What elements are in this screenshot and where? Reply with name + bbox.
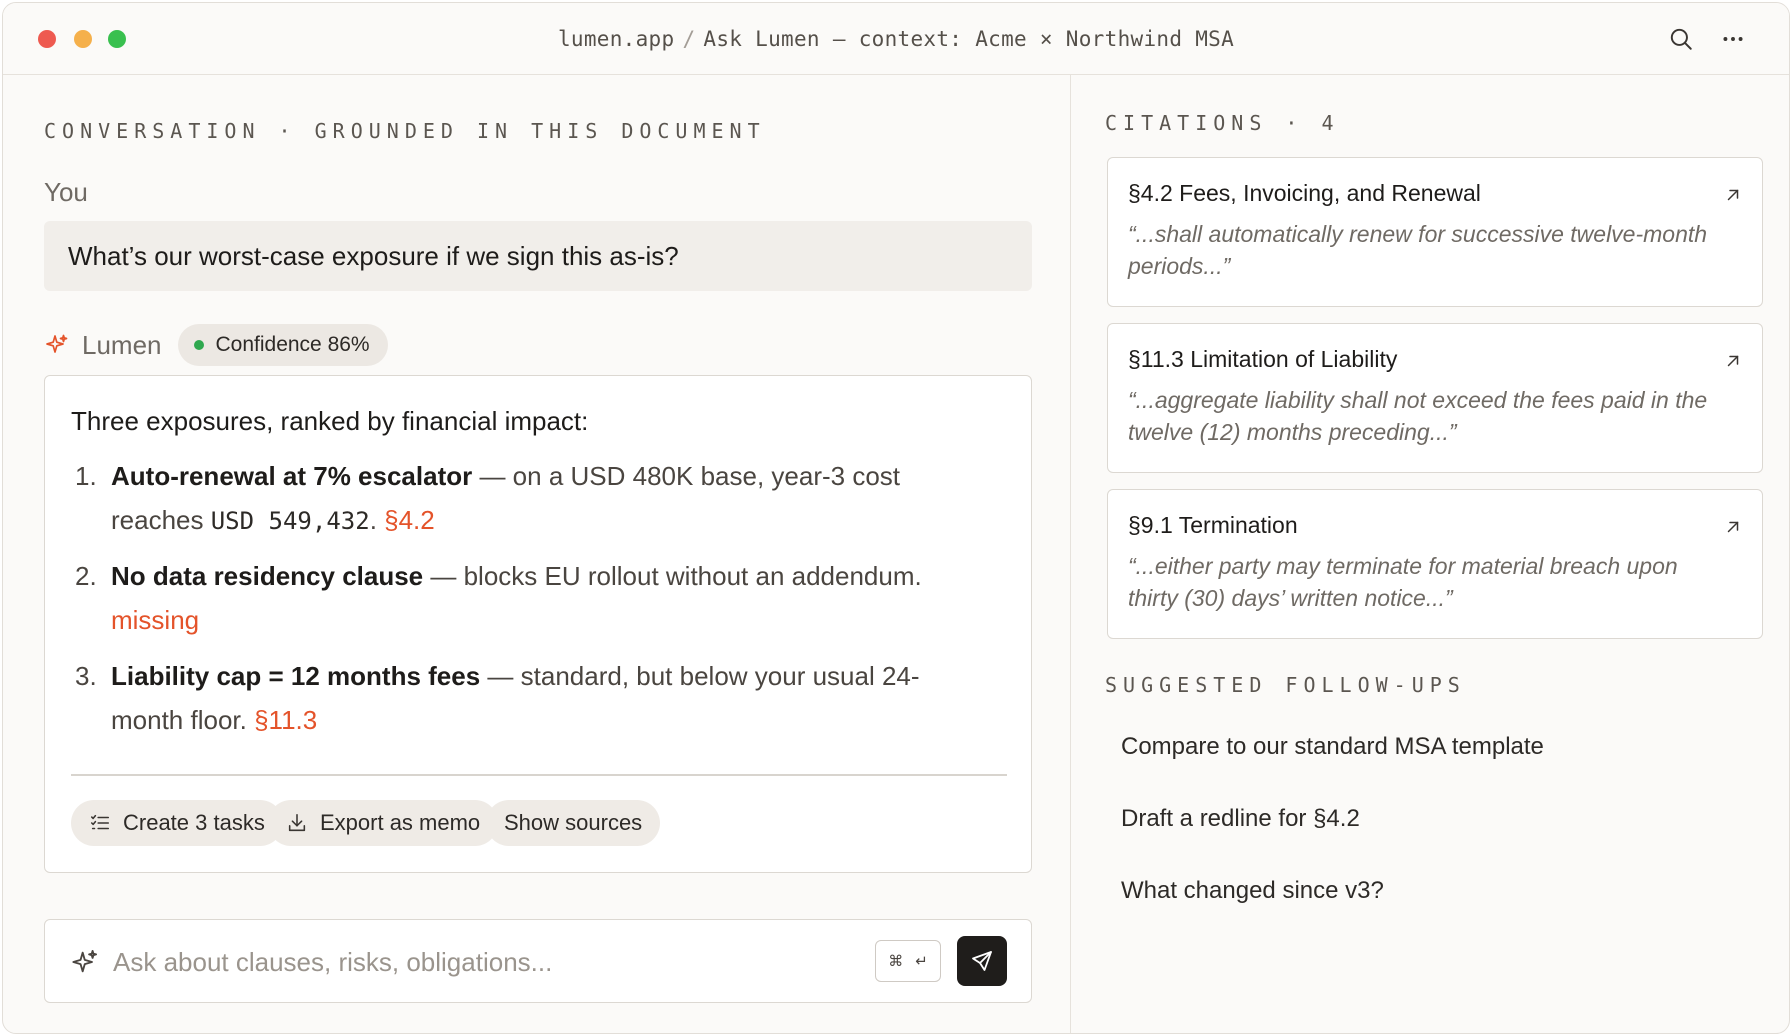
- assistant-answer-card: Three exposures, ranked by financial imp…: [44, 375, 1032, 873]
- exposure-item-2: 2. No data residency clause — blocks EU …: [75, 554, 935, 642]
- followups-heading: SUGGESTED FOLLOW-UPS: [1105, 673, 1466, 697]
- checklist-icon: [90, 814, 110, 830]
- breadcrumb-separator: /: [682, 27, 696, 51]
- return-key-icon: ↵: [915, 952, 928, 970]
- citation-link-11-3[interactable]: §11.3: [254, 705, 317, 735]
- exposure-item-1: 1. Auto-renewal at 7% escalator — on a U…: [75, 454, 935, 543]
- open-external-icon[interactable]: [1724, 352, 1744, 372]
- confidence-badge: Confidence 86%: [177, 324, 388, 366]
- citation-card[interactable]: §9.1 Termination “...either party may te…: [1107, 489, 1763, 639]
- open-external-icon[interactable]: [1724, 186, 1744, 206]
- export-memo-label: Export as memo: [320, 810, 481, 835]
- sparkle-icon: [71, 948, 99, 976]
- confidence-dot-icon: [193, 340, 204, 350]
- item-amount: USD 549,432: [210, 507, 370, 535]
- followup-suggestion[interactable]: What changed since v3?: [1121, 877, 1384, 905]
- create-tasks-label: Create 3 tasks: [123, 810, 265, 835]
- ask-input[interactable]: [113, 936, 713, 988]
- show-sources-button[interactable]: Show sources: [486, 800, 661, 846]
- exposure-item-3: 3. Liability cap = 12 months fees — stan…: [75, 654, 935, 742]
- item-title: Liability cap = 12 months fees: [111, 661, 481, 691]
- search-icon[interactable]: [1667, 25, 1695, 53]
- citation-title: §11.3 Limitation of Liability: [1128, 346, 1398, 372]
- followup-suggestion[interactable]: Draft a redline for §4.2: [1121, 805, 1360, 833]
- send-icon: [972, 951, 992, 971]
- item-title: No data residency clause: [111, 561, 424, 591]
- open-external-icon[interactable]: [1724, 518, 1744, 538]
- item-title: Auto-renewal at 7% escalator: [111, 461, 473, 491]
- citation-link-4-2[interactable]: §4.2: [384, 505, 435, 535]
- divider: [71, 774, 1007, 776]
- citation-card[interactable]: §4.2 Fees, Invoicing, and Renewal “...sh…: [1107, 157, 1763, 307]
- message-composer: ⌘↵: [44, 919, 1032, 1003]
- followup-suggestion[interactable]: Compare to our standard MSA template: [1121, 733, 1544, 761]
- confidence-text: Confidence 86%: [215, 333, 370, 356]
- show-sources-label: Show sources: [504, 810, 643, 835]
- command-key-icon: ⌘: [888, 952, 904, 970]
- missing-tag[interactable]: missing: [111, 605, 199, 635]
- citation-title: §9.1 Termination: [1128, 512, 1298, 538]
- item-number: 3.: [75, 661, 97, 691]
- keyboard-shortcut-hint: ⌘ ↵: [875, 940, 941, 982]
- send-button[interactable]: [957, 936, 1007, 986]
- conversation-pane: CONVERSATION · GROUNDED IN THIS DOCUMENT…: [3, 75, 1069, 1033]
- app-window: lumen.app / Ask Lumen — context: Acme × No…: [2, 2, 1790, 1034]
- citations-heading: CITATIONS · 4: [1105, 111, 1340, 135]
- item-body: — blocks EU rollout without an addendum.: [423, 561, 922, 591]
- assistant-header: Lumen Confidence 86%: [44, 323, 388, 367]
- citation-quote: “...aggregate liability shall not exceed…: [1128, 387, 1708, 445]
- sparkle-icon: [44, 332, 70, 358]
- answer-intro: Three exposures, ranked by financial imp…: [71, 406, 589, 436]
- breadcrumb-context: Ask Lumen — context: Acme × Northwind MS…: [703, 27, 1235, 51]
- more-icon[interactable]: [1719, 25, 1747, 53]
- citation-title: §4.2 Fees, Invoicing, and Renewal: [1128, 180, 1481, 206]
- breadcrumb: lumen.app / Ask Lumen — context: Acme × No…: [3, 27, 1789, 51]
- citation-quote: “...either party may terminate for mater…: [1128, 553, 1678, 611]
- item-tail: .: [369, 505, 385, 535]
- breadcrumb-app[interactable]: lumen.app: [558, 27, 675, 51]
- export-memo-button[interactable]: Export as memo: [268, 800, 499, 846]
- user-message: What’s our worst-case exposure if we sig…: [44, 221, 1032, 291]
- item-number: 2.: [75, 561, 97, 591]
- user-label: You: [44, 177, 88, 207]
- title-bar: lumen.app / Ask Lumen — context: Acme × No…: [3, 3, 1789, 75]
- citation-card[interactable]: §11.3 Limitation of Liability “...aggreg…: [1107, 323, 1763, 473]
- assistant-label: Lumen: [82, 329, 162, 360]
- conversation-eyebrow: CONVERSATION · GROUNDED IN THIS DOCUMENT: [44, 119, 766, 143]
- user-message-text: What’s our worst-case exposure if we sig…: [68, 240, 679, 271]
- context-sidebar: CITATIONS · 4 §4.2 Fees, Invoicing, and …: [1070, 75, 1789, 1033]
- citation-quote: “...shall automatically renew for succes…: [1128, 221, 1708, 279]
- item-number: 1.: [75, 461, 97, 491]
- create-tasks-button[interactable]: Create 3 tasks: [71, 800, 283, 846]
- download-icon: [288, 813, 306, 832]
